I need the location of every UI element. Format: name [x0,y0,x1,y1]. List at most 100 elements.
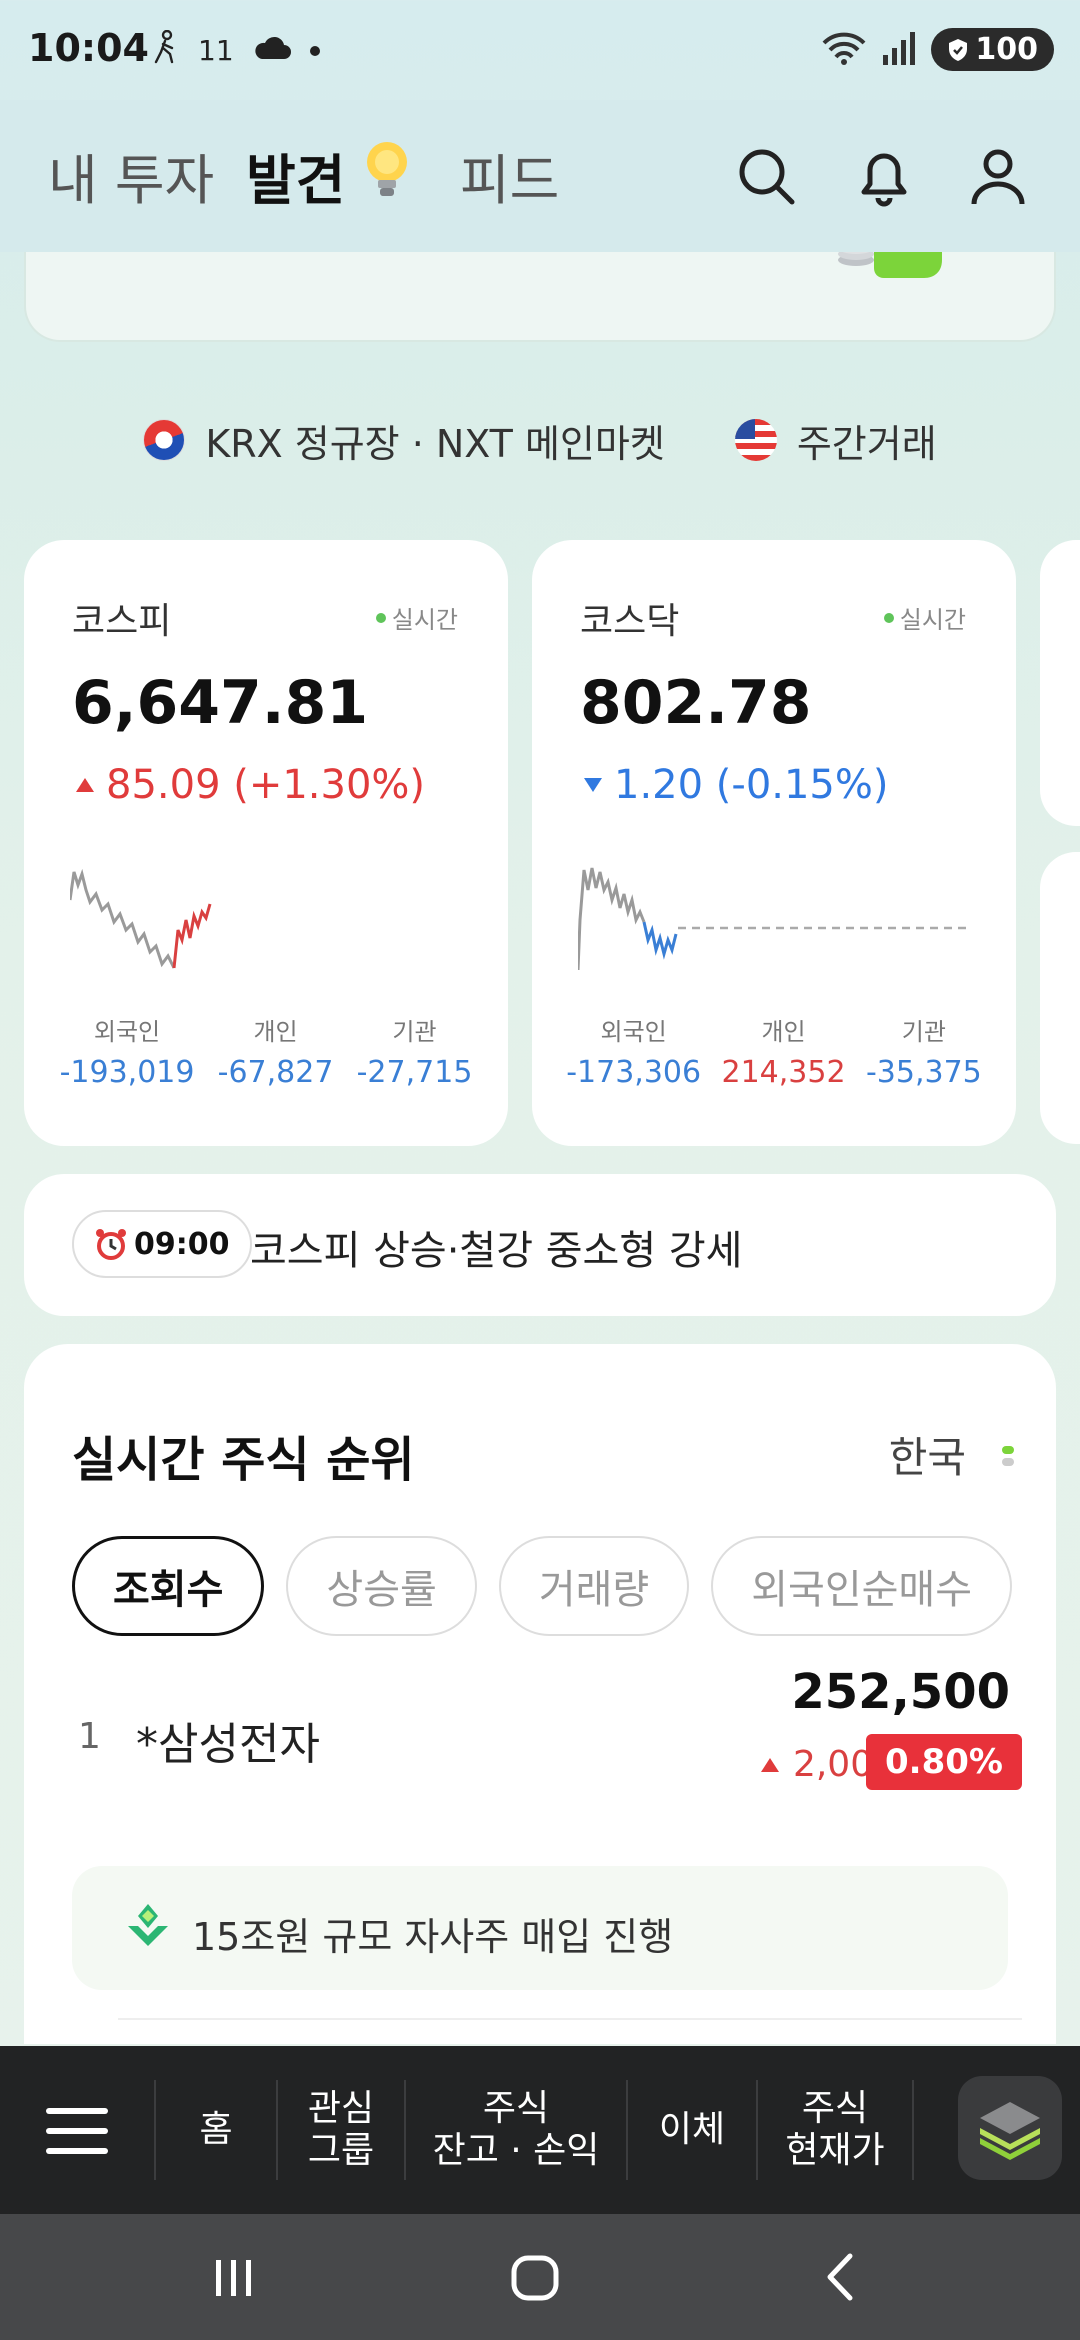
walking-icon [150,29,180,71]
search-icon[interactable] [730,140,802,212]
investor-label: 개인 [253,1018,298,1046]
stock-insight-box[interactable]: 15조원 규모 자사주 매입 진행 [72,1866,1008,1990]
index-value: 6,647.81 [72,668,369,738]
status-bar: 10:04 11 100 [0,0,1080,100]
signal-icon [881,31,917,69]
index-change-text: 85.09 (+1.30%) [106,762,426,808]
investor-label: 개인 [761,1018,806,1046]
investor-value: -35,375 [865,1055,982,1090]
next-card-peek[interactable] [1040,540,1080,826]
quick-menu-label-line2: 현재가 [785,2130,885,2171]
live-dot-icon [375,612,386,623]
us-market-label[interactable]: 주간거래 [797,413,937,468]
korea-market-label[interactable]: KRX 정규장 · NXT 메인마켓 [205,413,664,468]
quick-menu-label-line1: 관심 [307,2087,375,2129]
index-change: 1.20 (-0.15%) [582,762,889,808]
notification-count: 11 [198,34,234,67]
quick-menu-label-line1: 주식 [801,2087,869,2129]
shield-icon [949,38,968,61]
investor-value: -193,019 [59,1055,195,1090]
system-navigation-bar [0,2214,1080,2340]
investor-value: 214,352 [721,1055,846,1090]
tab-discover[interactable]: 발견 [246,136,345,215]
stock-name: *삼성전자 [136,1719,320,1770]
tab-discover-label: 발견 [246,149,346,212]
recent-apps-icon[interactable] [198,2242,268,2312]
investor-label: 기관 [392,1018,437,1046]
quick-menu-label-line2: 잔고 · 손익 [432,2130,600,2171]
chip-gain-rate[interactable]: 상승률 [286,1536,477,1636]
investor-label: 외국인 [600,1018,667,1046]
quick-menu-label-line2: 그룹 [307,2130,375,2171]
profile-icon[interactable] [962,140,1034,212]
insight-text: 15조원 규모 자사주 매입 진행 [192,1915,674,1959]
investor-value: -27,715 [356,1055,473,1090]
market-session-row: KRX 정규장 · NXT 메인마켓 주간거래 [0,410,1080,470]
news-headline: 코스피 상승·철강 중소형 강세 [250,1228,743,1274]
market-news-card[interactable]: 09:00 코스피 상승·철강 중소형 강세 [24,1174,1056,1316]
kosdaq-sparkline [578,867,970,970]
chip-foreign-net-buy[interactable]: 외국인순매수 [711,1536,1013,1636]
divider [118,2018,1022,2020]
investor-label: 외국인 [93,1018,161,1046]
region-selector[interactable]: 한국 [889,1424,966,1485]
investor-label: 기관 [901,1018,946,1046]
quick-menu-home[interactable]: 홈 [156,2046,276,2214]
layers-button[interactable] [958,2076,1062,2180]
us-flag-icon [734,419,777,461]
quick-menu-stock-price[interactable]: 주식 현재가 [758,2046,912,2214]
triangle-up-icon [760,1757,779,1772]
battery-level: 100 [975,32,1038,67]
wifi-icon [821,31,867,69]
dot-icon [309,45,320,56]
index-card-kospi[interactable]: 코스피 실시간 6,647.81 85.09 (+1.30%) 외국인 -193,… [24,540,508,1146]
stock-change-percent-badge: 0.80% [866,1734,1022,1790]
index-value: 802.78 [580,668,812,738]
promo-banner[interactable] [24,230,1056,342]
time-pill: 09:00 [72,1210,252,1278]
news-time: 09:00 [134,1226,230,1262]
triangle-up-icon [76,778,94,792]
bell-icon[interactable] [848,140,920,212]
chip-views[interactable]: 조회수 [72,1536,265,1636]
ranking-title: 실시간 주식 순위 [72,1432,415,1488]
layers-icon [980,2102,1040,2160]
index-card-kosdaq[interactable]: 코스닥 실시간 802.78 1.20 (-0.15%) 외국인 -173,306… [532,540,1016,1146]
hamburger-menu-icon[interactable] [46,2108,108,2154]
top-navigation: 내 투자 발견 피드 [0,110,1080,240]
index-name: 코스닥 [580,601,680,642]
chip-volume[interactable]: 거래량 [498,1536,690,1636]
stock-rank: 1 [78,1716,101,1757]
stock-row[interactable]: 1 *삼성전자 252,500 2,000 0.80% [24,1664,1056,1824]
quick-menu-watch-group[interactable]: 관심 그룹 [278,2046,404,2214]
live-dot-icon [883,612,894,623]
quick-menu-transfer[interactable]: 이체 [628,2046,756,2214]
quick-menu-label-line1: 주식 [482,2087,550,2129]
back-icon[interactable] [806,2242,876,2312]
korea-flag-icon [143,419,186,461]
tab-my-investment[interactable]: 내 투자 [48,136,214,215]
alarm-clock-icon [96,1229,126,1260]
home-icon[interactable] [500,2242,570,2312]
quick-menu-stock-balance[interactable]: 주식 잔고 · 손익 [406,2046,626,2214]
next-card-peek[interactable] [1040,852,1080,1144]
stock-ranking-section: 실시간 주식 순위 한국 조회수 상승률 거래량 외국인순매수 1 *삼성전자 … [24,1344,1056,2044]
triangle-down-icon [584,778,602,792]
live-label: 실시간 [391,606,458,634]
cloud-icon [252,33,292,68]
separator [912,2080,914,2180]
investor-value: -173,306 [566,1055,702,1090]
battery-indicator: 100 [931,28,1054,71]
investor-value: -67,827 [217,1055,334,1090]
status-time: 10:04 [28,26,149,70]
index-change: 85.09 (+1.30%) [74,762,425,808]
live-label: 실시간 [899,606,966,634]
tab-feed[interactable]: 피드 [460,136,559,215]
index-change-text: 1.20 (-0.15%) [614,762,889,808]
ranking-filter-chips: 조회수 상승률 거래량 외국인순매수 [72,1536,1013,1636]
quick-menu-bar: 홈 관심 그룹 주식 잔고 · 손익 이체 주식 현재가 [0,2046,1080,2214]
kospi-sparkline [70,868,212,969]
toggle-dots-icon[interactable] [1000,1444,1016,1468]
stock-price: 252,500 [791,1664,1010,1720]
sparkle-leaf-icon [128,1904,168,1946]
